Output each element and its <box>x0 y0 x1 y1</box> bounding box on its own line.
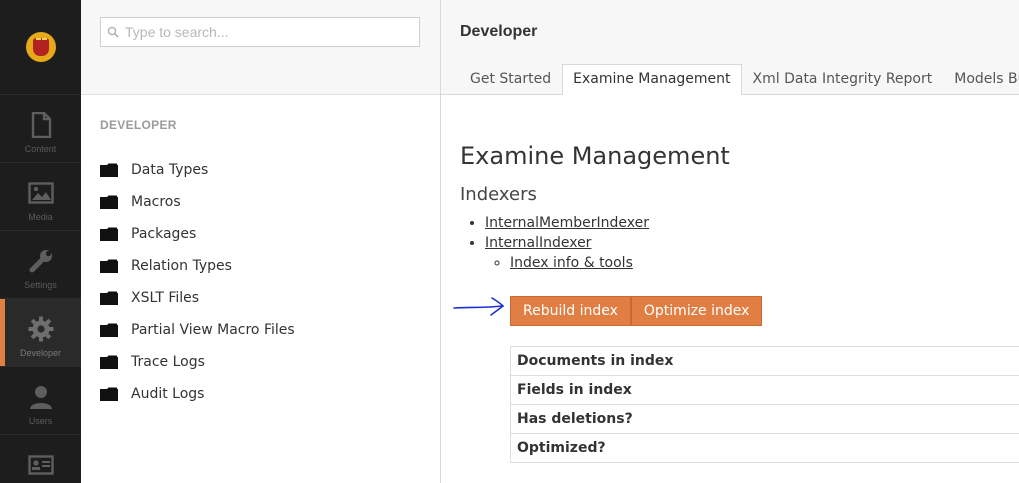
stat-label: Has deletions? <box>510 404 1019 434</box>
tree-item-label: Partial View Macro Files <box>131 322 295 338</box>
table-row: Has deletions? <box>510 404 1019 434</box>
arrow-annotation-icon <box>453 297 505 316</box>
app-logo[interactable] <box>0 0 81 95</box>
app-sidebar: Content Media Settings Developer Users <box>0 0 81 483</box>
search-input[interactable] <box>125 24 415 40</box>
section-developer-label: Developer <box>19 348 62 358</box>
tree-item-relation-types[interactable]: Relation Types <box>81 250 440 282</box>
folder-icon <box>100 387 118 401</box>
folder-icon <box>100 291 118 305</box>
tree-item-data-types[interactable]: Data Types <box>81 154 440 186</box>
table-row: Documents in index <box>510 346 1019 376</box>
tree-item-label: Packages <box>131 226 197 242</box>
tree-list: Data Types Macros Packages Relation Type… <box>81 154 440 410</box>
folder-icon <box>100 259 118 273</box>
folder-icon <box>100 195 118 209</box>
tree-heading: DEVELOPER <box>100 118 177 132</box>
tree-item-macros[interactable]: Macros <box>81 186 440 218</box>
indexer-link-internal[interactable]: InternalIndexer <box>485 235 591 251</box>
document-icon <box>28 111 54 139</box>
tab-xml-data-integrity-report[interactable]: Xml Data Integrity Report <box>742 64 944 95</box>
folder-icon <box>100 227 118 241</box>
tree-item-label: Macros <box>131 194 181 210</box>
indexers-heading: Indexers <box>460 184 537 205</box>
tree-item-label: Data Types <box>131 162 209 178</box>
page-title: Developer <box>460 23 538 40</box>
id-card-icon <box>27 451 54 479</box>
folder-icon <box>100 163 118 177</box>
tab-models-builder[interactable]: Models Builder <box>943 64 1019 95</box>
logo-icon <box>25 32 56 62</box>
tree-search-area <box>81 0 440 95</box>
tree-item-label: Trace Logs <box>131 354 205 370</box>
tab-get-started[interactable]: Get Started <box>459 64 562 95</box>
search-icon <box>107 23 119 42</box>
table-row: Optimized? <box>510 433 1019 463</box>
section-content-label: Content <box>24 144 57 154</box>
list-item: InternalMemberIndexer <box>485 213 1019 233</box>
tree-item-label: XSLT Files <box>131 290 200 306</box>
main-header: Developer Get Started Examine Management… <box>441 0 1019 95</box>
section-content[interactable]: Content <box>0 95 81 163</box>
tab-content: Examine Management Indexers InternalMemb… <box>441 142 1019 273</box>
section-media-label: Media <box>28 212 53 222</box>
tree-item-partial-view-macro-files[interactable]: Partial View Macro Files <box>81 314 440 346</box>
tree-item-packages[interactable]: Packages <box>81 218 440 250</box>
section-title: Examine Management <box>460 142 730 170</box>
user-icon <box>28 383 54 411</box>
tree-item-audit-logs[interactable]: Audit Logs <box>81 378 440 410</box>
tab-bar: Get Started Examine Management Xml Data … <box>459 64 1019 95</box>
folder-icon <box>100 355 118 369</box>
tree-panel: DEVELOPER Data Types Macros Packages Rel… <box>81 0 441 483</box>
section-settings-label: Settings <box>24 280 57 290</box>
stat-label: Documents in index <box>510 346 1019 376</box>
tree-item-xslt-files[interactable]: XSLT Files <box>81 282 440 314</box>
section-settings[interactable]: Settings <box>0 231 81 299</box>
indexer-list: InternalMemberIndexer InternalIndexer In… <box>485 213 1019 273</box>
tree-item-label: Relation Types <box>131 258 232 274</box>
table-row: Fields in index <box>510 375 1019 405</box>
index-info-link[interactable]: Index info & tools <box>510 255 633 271</box>
image-icon <box>27 179 54 207</box>
section-users-label: Users <box>28 416 53 426</box>
search-box[interactable] <box>100 17 420 47</box>
optimize-index-button[interactable]: Optimize index <box>630 296 763 326</box>
tree-item-label: Audit Logs <box>131 386 205 402</box>
tree-item-trace-logs[interactable]: Trace Logs <box>81 346 440 378</box>
index-stats-table: Documents in index Fields in index Has d… <box>510 346 1019 463</box>
stat-label: Fields in index <box>510 375 1019 405</box>
sub-list: Index info & tools <box>510 253 1019 273</box>
tab-examine-management[interactable]: Examine Management <box>562 64 742 95</box>
section-users[interactable]: Users <box>0 367 81 435</box>
section-members[interactable] <box>0 435 81 483</box>
index-actions: Rebuild index Optimize index <box>510 296 763 326</box>
rebuild-index-button[interactable]: Rebuild index <box>510 296 631 326</box>
stat-label: Optimized? <box>510 433 1019 463</box>
section-media[interactable]: Media <box>0 163 81 231</box>
gear-icon <box>28 315 54 343</box>
wrench-icon <box>28 247 54 275</box>
list-item: Index info & tools <box>510 253 1019 273</box>
folder-icon <box>100 323 118 337</box>
list-item: InternalIndexer Index info & tools <box>485 233 1019 273</box>
section-developer[interactable]: Developer <box>0 299 81 367</box>
indexer-link-internal-member[interactable]: InternalMemberIndexer <box>485 215 649 231</box>
